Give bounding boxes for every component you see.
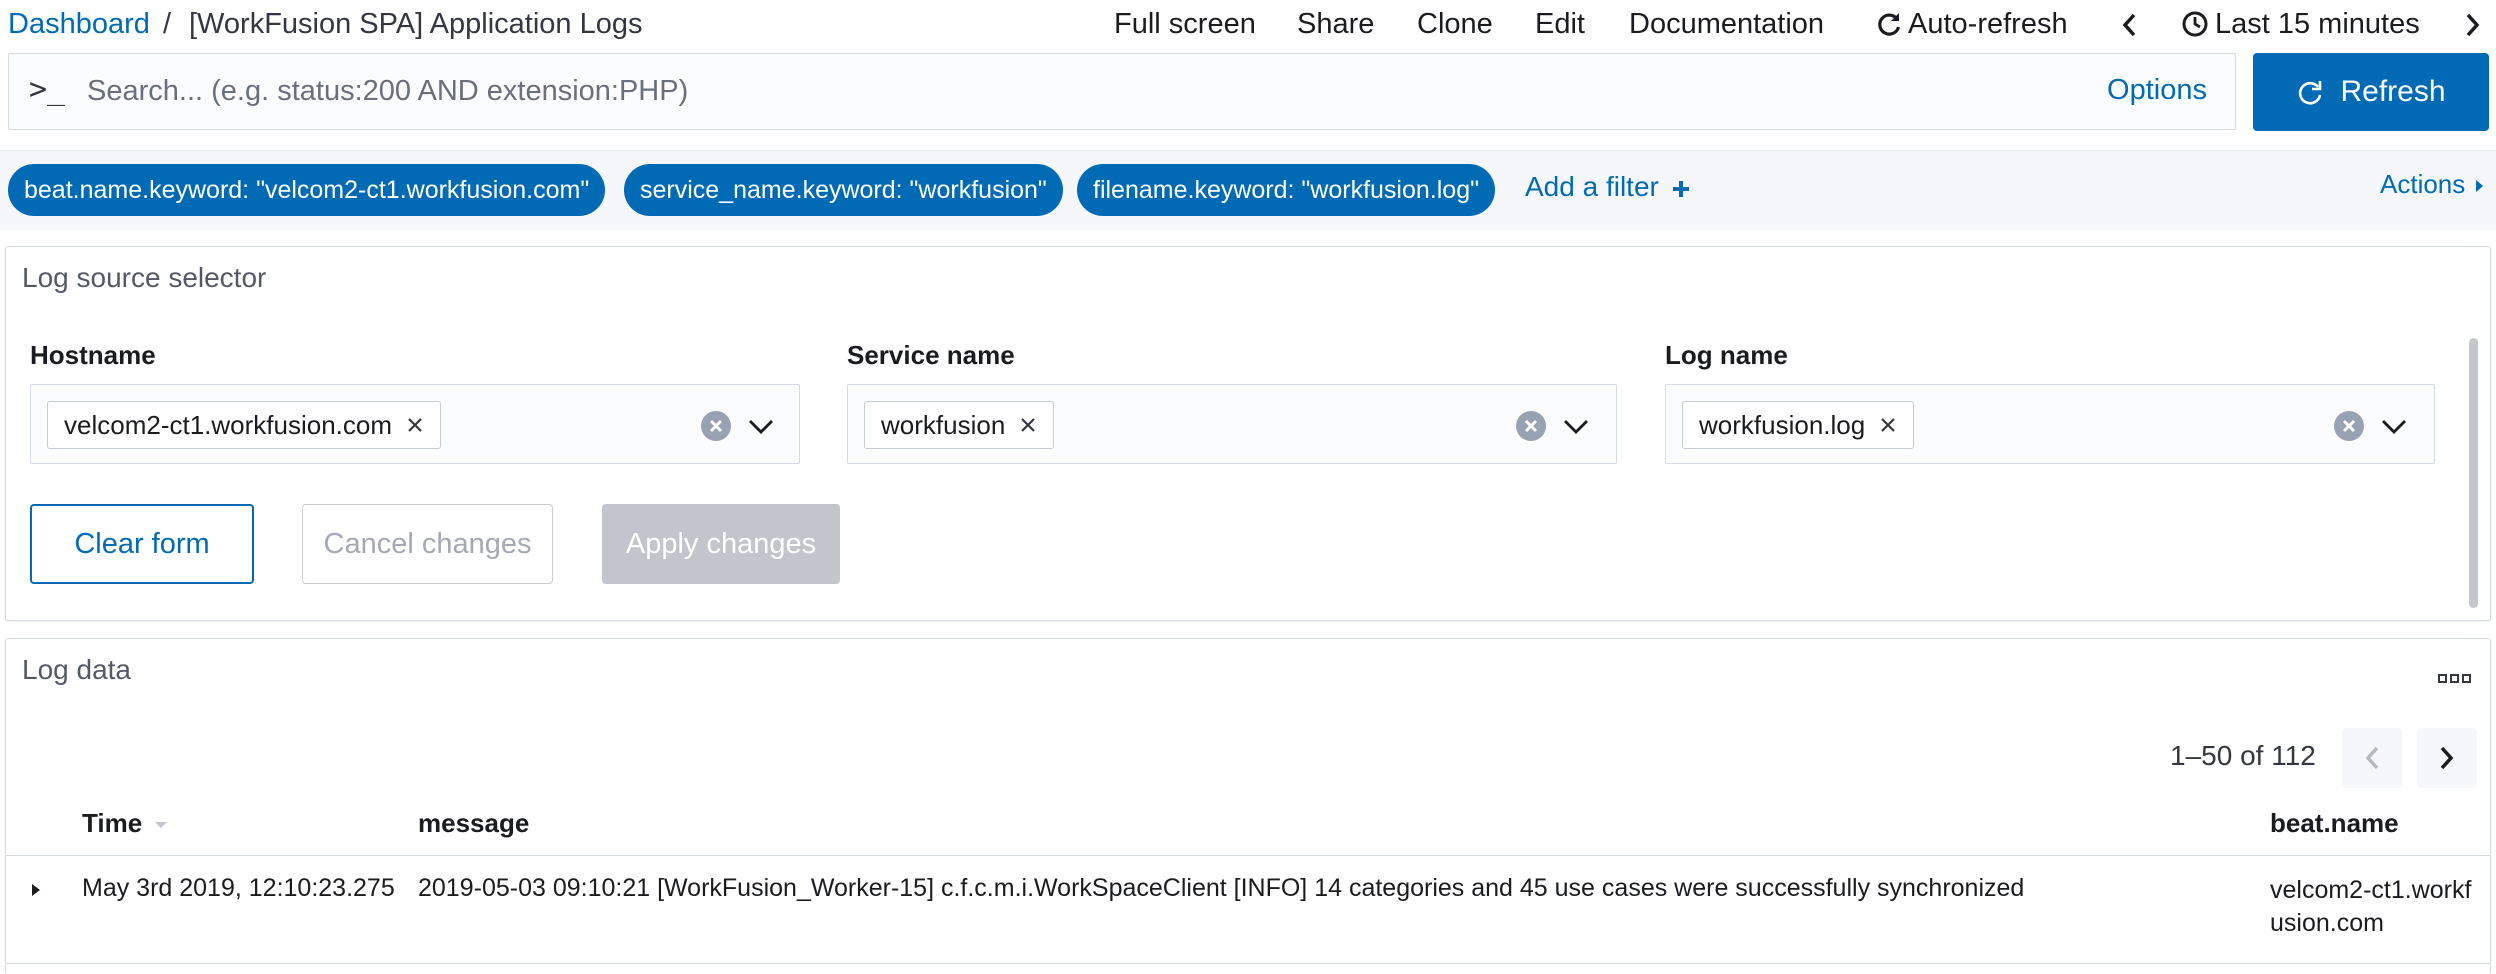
edit-button[interactable]: Edit <box>1535 0 1585 48</box>
refresh-cycle-icon[interactable] <box>1876 10 1902 38</box>
hostname-combobox[interactable]: velcom2-ct1.workfusion.com <box>30 384 800 464</box>
actions-label: Actions <box>2380 169 2466 199</box>
column-header-time[interactable]: Time <box>82 808 169 839</box>
log-data-title: Log data <box>22 654 131 685</box>
table-cell-time: May 3rd 2019, 12:10:23.275 <box>82 874 395 902</box>
filter-pill-filename[interactable]: filename.keyword: "workfusion.log" <box>1077 164 1495 216</box>
table-cell-beat-name: velcom2-ct1.workfusion.com <box>2270 876 2472 937</box>
auto-refresh-button[interactable]: Auto-refresh <box>1908 0 2068 48</box>
more-options-icon[interactable] <box>2438 672 2472 686</box>
query-options-button[interactable]: Options <box>2107 74 2207 107</box>
refresh-button[interactable]: Refresh <box>2253 53 2489 131</box>
filter-pill-service-name[interactable]: service_name.keyword: "workfusion" <box>624 164 1063 216</box>
apply-changes-button[interactable]: Apply changes <box>602 504 840 584</box>
table-cell-message: 2019-05-03 09:10:21 [WorkFusion_Worker-1… <box>418 874 2025 902</box>
remove-chip-icon[interactable] <box>406 416 424 434</box>
panel-scrollbar[interactable] <box>2469 338 2478 608</box>
query-bar: >_ Options <box>8 53 2236 130</box>
hostname-chip-label: velcom2-ct1.workfusion.com <box>64 410 392 440</box>
cancel-changes-button[interactable]: Cancel changes <box>302 504 553 584</box>
filter-bar: beat.name.keyword: "velcom2-ct1.workfusi… <box>0 150 2496 230</box>
service-name-combobox[interactable]: workfusion <box>847 384 1617 464</box>
row-expand-icon[interactable] <box>30 882 42 898</box>
next-page-button[interactable] <box>2417 728 2477 788</box>
hostname-label: Hostname <box>30 340 156 370</box>
plus-icon <box>1671 179 1691 199</box>
clock-icon <box>2181 10 2209 38</box>
log-source-title: Log source selector <box>22 262 267 293</box>
column-header-message[interactable]: message <box>418 808 529 839</box>
log-name-combobox[interactable]: workfusion.log <box>1665 384 2435 464</box>
add-filter-label: Add a filter <box>1525 171 1659 202</box>
caret-right-icon <box>2473 177 2485 195</box>
clear-form-button[interactable]: Clear form <box>30 504 254 584</box>
query-language-icon[interactable]: >_ <box>29 72 65 107</box>
chevron-right-icon[interactable] <box>2464 12 2482 38</box>
previous-page-button[interactable] <box>2342 728 2402 788</box>
chevron-down-icon[interactable] <box>747 412 775 440</box>
chevron-left-icon <box>2363 745 2381 771</box>
column-header-beat-name[interactable]: beat.name <box>2270 808 2399 839</box>
add-filter-button[interactable]: Add a filter <box>1525 171 1691 203</box>
table-row-divider <box>5 963 2491 964</box>
sort-icon <box>153 819 169 831</box>
breadcrumb-separator: / <box>163 8 172 40</box>
top-bar: Dashboard / [WorkFusion SPA] Application… <box>0 0 2496 48</box>
log-name-chip-label: workfusion.log <box>1699 410 1866 440</box>
refresh-button-label: Refresh <box>2340 75 2446 108</box>
breadcrumb-dashboard-link[interactable]: Dashboard <box>8 0 150 48</box>
hostname-chip: velcom2-ct1.workfusion.com <box>47 401 441 449</box>
clone-button[interactable]: Clone <box>1417 0 1493 48</box>
chevron-down-icon[interactable] <box>1562 412 1590 440</box>
log-data-panel <box>5 638 2491 974</box>
chevron-right-icon <box>2438 745 2456 771</box>
log-name-label: Log name <box>1665 340 1788 370</box>
service-name-label: Service name <box>847 340 1015 370</box>
service-name-chip: workfusion <box>864 401 1055 449</box>
time-range-picker[interactable]: Last 15 minutes <box>2215 0 2420 48</box>
chevron-down-icon[interactable] <box>2380 412 2408 440</box>
remove-chip-icon[interactable] <box>1879 416 1897 434</box>
refresh-icon <box>2296 78 2324 106</box>
column-header-time-label: Time <box>82 808 143 838</box>
documentation-button[interactable]: Documentation <box>1629 0 1824 48</box>
search-input[interactable] <box>87 66 2087 116</box>
log-name-chip: workfusion.log <box>1682 401 1915 449</box>
clear-icon[interactable] <box>1516 411 1546 441</box>
share-button[interactable]: Share <box>1297 0 1374 48</box>
page-title: [WorkFusion SPA] Application Logs <box>189 8 643 40</box>
full-screen-button[interactable]: Full screen <box>1114 0 1256 48</box>
chevron-left-icon[interactable] <box>2120 12 2138 38</box>
table-header-divider <box>5 855 2491 856</box>
filter-pill-beat-name[interactable]: beat.name.keyword: "velcom2-ct1.workfusi… <box>8 164 606 216</box>
actions-menu-button[interactable]: Actions <box>2380 169 2485 200</box>
remove-chip-icon[interactable] <box>1019 416 1037 434</box>
service-name-chip-label: workfusion <box>881 410 1006 440</box>
pagination-count: 1–50 of 112 <box>2170 740 2316 771</box>
clear-icon[interactable] <box>2334 411 2364 441</box>
clear-icon[interactable] <box>701 411 731 441</box>
